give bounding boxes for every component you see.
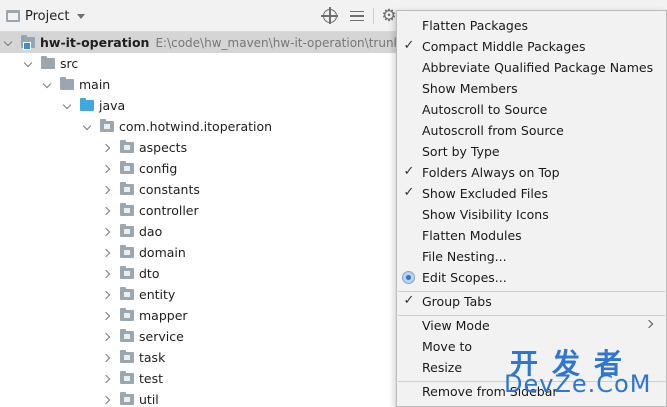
crosshair-icon[interactable] [321, 7, 338, 24]
header-divider [373, 8, 374, 24]
menu-item-view-mode[interactable]: View Mode [397, 315, 666, 336]
tree-item-label: service [139, 329, 184, 344]
package-icon [120, 392, 134, 405]
collapse-all-icon[interactable] [349, 8, 365, 24]
expand-arrow-icon[interactable] [24, 59, 34, 69]
package-icon [120, 140, 134, 153]
package-icon [120, 371, 134, 384]
package-icon [120, 203, 134, 216]
menu-item-file-nesting[interactable]: File Nesting... [397, 246, 666, 267]
module-path: E:\code\hw_maven\hw-it-operation\trunk\h… [155, 35, 422, 50]
collapse-arrow-icon[interactable] [103, 332, 113, 342]
menu-item-sort-by-type[interactable]: Sort by Type [397, 141, 666, 162]
collapse-arrow-icon[interactable] [103, 143, 113, 153]
collapse-arrow-icon[interactable] [103, 185, 113, 195]
project-view-selector[interactable]: Project [6, 8, 86, 24]
expand-arrow-icon[interactable] [63, 101, 73, 111]
folder-icon [60, 77, 74, 90]
tree-item-label: mapper [139, 308, 188, 323]
package-icon [120, 224, 134, 237]
tree-item-label: entity [139, 287, 176, 302]
collapse-arrow-icon[interactable] [103, 164, 113, 174]
menu-item-show-excluded-files[interactable]: ✓ Show Excluded Files [397, 183, 666, 204]
expand-arrow-icon[interactable] [43, 80, 53, 90]
package-icon [120, 329, 134, 342]
tree-item-label: com.hotwind.itoperation [119, 119, 273, 134]
project-icon [6, 10, 20, 22]
package-icon [120, 266, 134, 279]
check-icon: ✓ [403, 164, 415, 179]
tree-item-label: util [139, 392, 159, 407]
source-folder-icon [80, 98, 94, 111]
tree-item-label: task [139, 350, 166, 365]
gear-icon[interactable]: ⚙ [381, 6, 397, 26]
tree-item-label: domain [139, 245, 186, 260]
menu-item-abbreviate-package-names[interactable]: Abbreviate Qualified Package Names [397, 57, 666, 78]
tree-item-label: test [139, 371, 164, 386]
module-folder-icon [21, 35, 35, 50]
package-icon [120, 350, 134, 363]
menu-item-compact-middle-packages[interactable]: ✓ Compact Middle Packages [397, 36, 666, 57]
collapse-arrow-icon[interactable] [103, 353, 113, 363]
collapse-arrow-icon[interactable] [103, 374, 113, 384]
menu-item-folders-always-on-top[interactable]: ✓ Folders Always on Top [397, 162, 666, 183]
tree-item-label: main [79, 77, 111, 92]
collapse-arrow-icon[interactable] [103, 269, 113, 279]
tree-item-label: src [60, 56, 79, 71]
collapse-arrow-icon[interactable] [103, 248, 113, 258]
tree-item-label: dao [139, 224, 163, 239]
package-icon [120, 308, 134, 321]
check-icon: ✓ [403, 185, 415, 200]
scope-radio-icon [402, 271, 415, 284]
expand-arrow-icon[interactable] [4, 38, 14, 48]
chevron-down-icon [77, 13, 86, 19]
menu-item-autoscroll-from-source[interactable]: Autoscroll from Source [397, 120, 666, 141]
tree-item-label: config [139, 161, 178, 176]
menu-item-group-tabs[interactable]: ✓ Group Tabs [397, 291, 666, 312]
menu-item-show-members[interactable]: Show Members [397, 78, 666, 99]
menu-item-flatten-packages[interactable]: Flatten Packages [397, 15, 666, 36]
tree-item-label: constants [139, 182, 200, 197]
collapse-arrow-icon[interactable] [103, 395, 113, 405]
submenu-arrow-icon [644, 319, 654, 329]
menu-item-edit-scopes[interactable]: Edit Scopes... [397, 267, 666, 288]
tree-item-label: java [99, 98, 126, 113]
package-icon [100, 119, 114, 132]
tree-item-label: dto [139, 266, 160, 281]
tree-item-label: hw-it-operation [40, 35, 150, 50]
collapse-arrow-icon[interactable] [103, 227, 113, 237]
collapse-arrow-icon[interactable] [103, 206, 113, 216]
collapse-arrow-icon[interactable] [103, 311, 113, 321]
check-icon: ✓ [403, 293, 415, 308]
package-icon [120, 245, 134, 258]
package-icon [120, 182, 134, 195]
menu-item-autoscroll-to-source[interactable]: Autoscroll to Source [397, 99, 666, 120]
tree-item-label: aspects [139, 140, 188, 155]
package-icon [120, 161, 134, 174]
project-title: Project [25, 8, 70, 24]
menu-item-flatten-modules[interactable]: Flatten Modules [397, 225, 666, 246]
package-icon [120, 287, 134, 300]
tree-item-label: controller [139, 203, 199, 218]
menu-item-show-visibility-icons[interactable]: Show Visibility Icons [397, 204, 666, 225]
watermark-latin: DevZe.CoM [504, 370, 652, 398]
check-icon: ✓ [403, 38, 415, 53]
collapse-arrow-icon[interactable] [103, 290, 113, 300]
folder-icon [41, 56, 55, 69]
expand-arrow-icon[interactable] [83, 122, 93, 132]
